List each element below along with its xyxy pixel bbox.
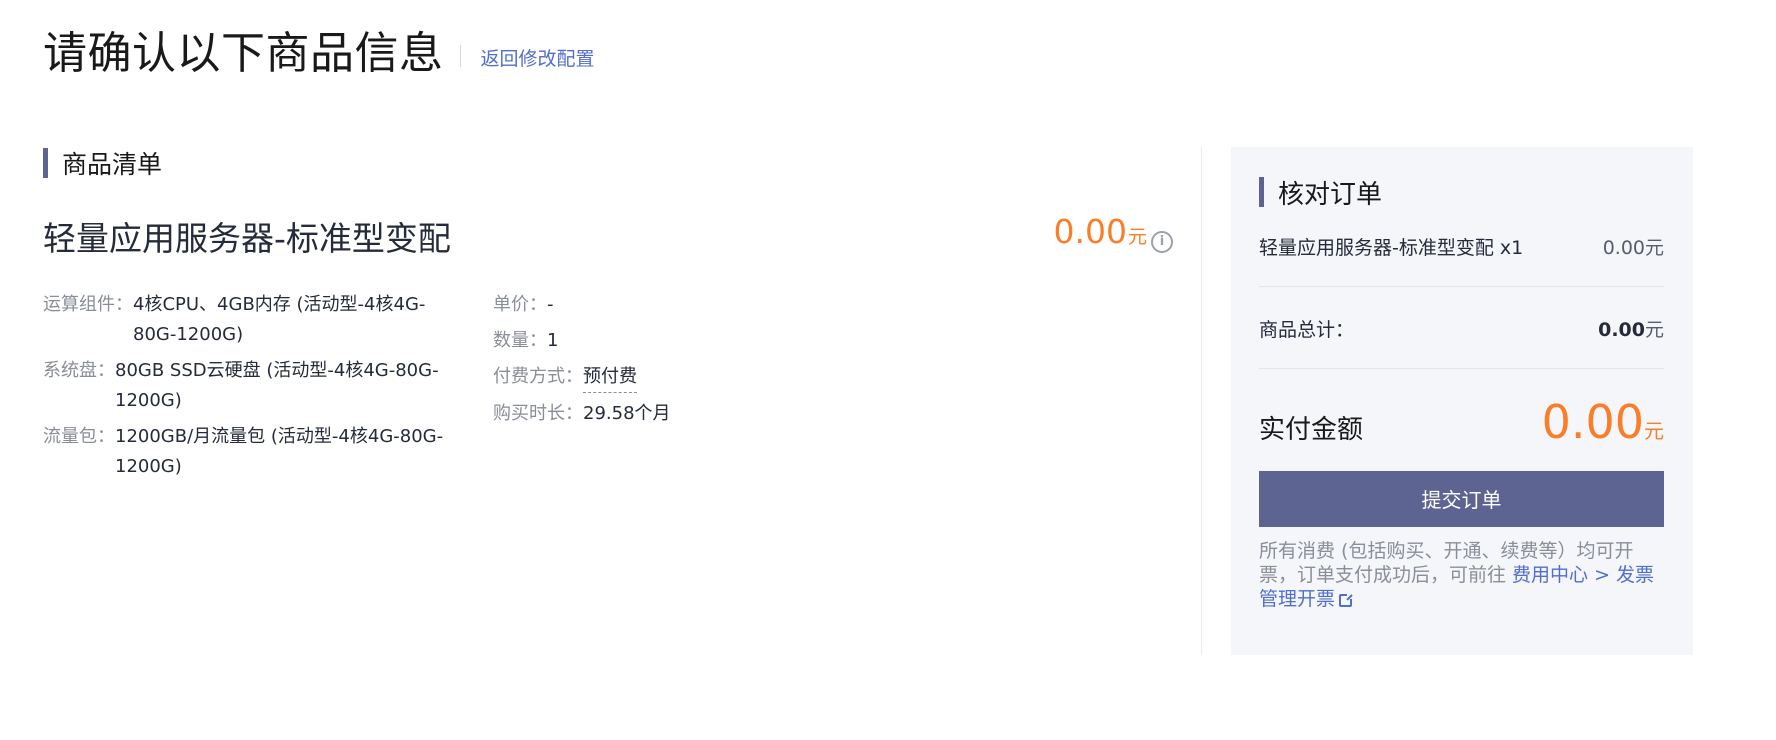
meta-value: 1 [547, 330, 559, 351]
meta-label: 单价： [493, 294, 547, 315]
subtotal-unit: 元 [1644, 319, 1664, 341]
spec-label: 流量包： [43, 426, 115, 447]
product-details: 运算组件： 4核CPU、4GB内存 (活动型-4核4G-80G-1200G) 系… [43, 290, 1173, 488]
heading-accent-bar [43, 148, 48, 178]
subtotal-amount: 0.00 [1598, 319, 1645, 341]
product-price-unit: 元 [1127, 226, 1147, 248]
meta-column: 单价： - 数量： 1 付费方式： 预付费 购买时长： 29.58个月 [493, 290, 893, 488]
order-item-name: 轻量应用服务器-标准型变配 x1 [1259, 237, 1524, 259]
info-circle-icon[interactable]: i [1151, 231, 1173, 253]
billing-mode-tooltip-trigger[interactable]: 预付费 [583, 362, 637, 393]
order-item-row: 轻量应用服务器-标准型变配 x1 0.00元 [1259, 233, 1664, 287]
meta-label: 数量： [493, 330, 547, 351]
page-title: 请确认以下商品信息 [43, 28, 444, 79]
order-summary-panel: 核对订单 轻量应用服务器-标准型变配 x1 0.00元 商品总计： 0.00元 … [1231, 147, 1693, 655]
meta-row-duration: 购买时长： 29.58个月 [493, 399, 893, 429]
meta-label: 购买时长： [493, 403, 583, 424]
product-price-value: 0.00 [1053, 212, 1127, 251]
subtotal-value: 0.00元 [1598, 315, 1664, 342]
spec-value: 4核CPU、4GB内存 (活动型-4核4G-80G-1200G) [133, 294, 426, 345]
column-divider [1201, 147, 1202, 655]
order-summary-title: 核对订单 [1278, 179, 1383, 210]
pay-amount-unit: 元 [1644, 419, 1664, 443]
submit-order-button[interactable]: 提交订单 [1259, 471, 1664, 527]
spec-row-compute: 运算组件： 4核CPU、4GB内存 (活动型-4核4G-80G-1200G) [43, 290, 493, 350]
back-to-config-link[interactable]: 返回修改配置 [481, 44, 595, 71]
meta-value: 29.58个月 [583, 403, 671, 424]
meta-row-unit-price: 单价： - [493, 290, 893, 320]
pay-amount-label: 实付金额 [1259, 415, 1364, 445]
product-list-title: 商品清单 [62, 150, 163, 179]
invoice-note: 所有消费 (包括购买、开通、续费等）均可开票，订单支付成功后，可前往 费用中心 … [1259, 539, 1664, 611]
product-row: 轻量应用服务器-标准型变配 0.00 元 i [43, 212, 1173, 258]
heading-accent-bar [1259, 177, 1264, 207]
order-summary-heading: 核对订单 [1259, 177, 1664, 210]
subtotal-label: 商品总计： [1259, 319, 1355, 341]
meta-value: - [547, 294, 554, 315]
title-divider [459, 45, 461, 67]
product-price: 0.00 元 i [1053, 212, 1173, 253]
spec-label: 系统盘： [43, 360, 115, 381]
order-item-price: 0.00元 [1602, 237, 1664, 259]
pay-amount-row: 实付金额 0.00 元 [1259, 395, 1664, 449]
spec-row-disk: 系统盘： 80GB SSD云硬盘 (活动型-4核4G-80G-1200G) [43, 356, 493, 416]
meta-row-quantity: 数量： 1 [493, 326, 893, 356]
pay-amount-value: 0.00 [1541, 395, 1644, 449]
product-name: 轻量应用服务器-标准型变配 [43, 219, 451, 258]
external-link-icon[interactable] [1339, 593, 1354, 607]
page-header: 请确认以下商品信息 返回修改配置 [43, 26, 595, 82]
subtotal-row: 商品总计： 0.00元 [1259, 287, 1664, 369]
pay-amount: 0.00 元 [1542, 395, 1664, 449]
meta-label: 付费方式： [493, 366, 583, 387]
spec-label: 运算组件： [43, 294, 133, 315]
order-confirm-page: 请确认以下商品信息 返回修改配置 商品清单 轻量应用服务器-标准型变配 0.00… [0, 0, 1776, 740]
spec-value: 1200GB/月流量包 (活动型-4核4G-80G-1200G) [115, 426, 444, 477]
meta-row-billing-mode: 付费方式： 预付费 [493, 362, 893, 393]
product-list-section: 商品清单 轻量应用服务器-标准型变配 0.00 元 i 运算组件： 4核CPU、… [43, 148, 1173, 477]
spec-row-traffic: 流量包： 1200GB/月流量包 (活动型-4核4G-80G-1200G) [43, 422, 493, 482]
product-list-heading: 商品清单 [43, 148, 1173, 179]
spec-value: 80GB SSD云硬盘 (活动型-4核4G-80G-1200G) [115, 360, 439, 411]
spec-column: 运算组件： 4核CPU、4GB内存 (活动型-4核4G-80G-1200G) 系… [43, 290, 493, 488]
